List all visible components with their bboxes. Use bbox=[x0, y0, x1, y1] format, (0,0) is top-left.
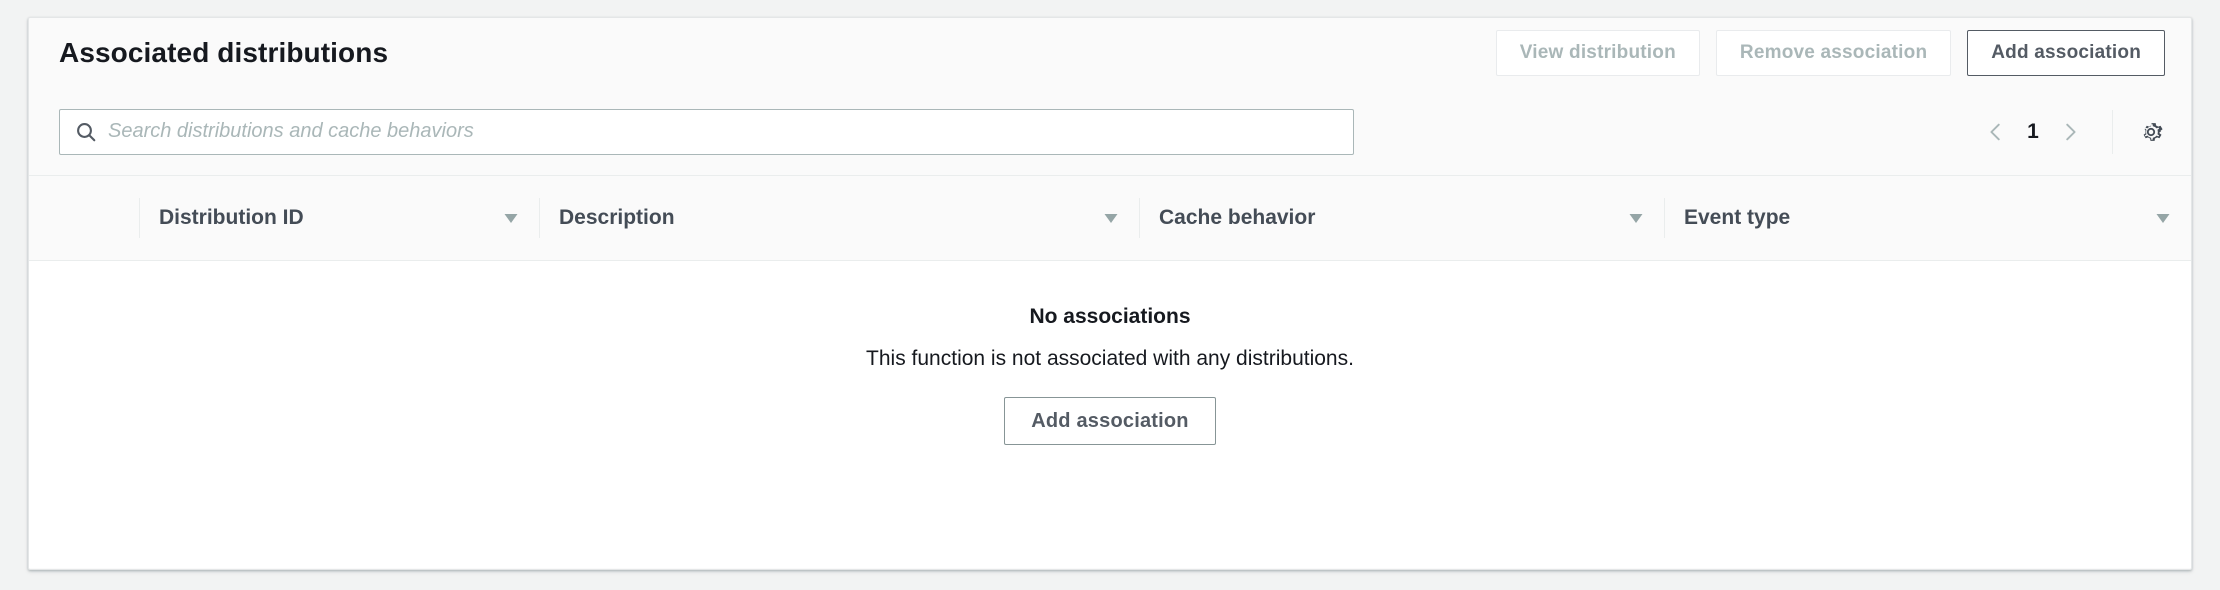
empty-state-description: This function is not associated with any… bbox=[866, 347, 1354, 370]
chevron-right-icon[interactable] bbox=[2050, 112, 2090, 152]
view-distribution-button[interactable]: View distribution bbox=[1495, 29, 1700, 76]
table-header-event-type[interactable]: Event type bbox=[1664, 176, 2191, 260]
toolbar-right: 1 bbox=[1976, 109, 2171, 155]
sort-descending-icon[interactable] bbox=[1626, 208, 1646, 228]
sort-descending-icon[interactable] bbox=[2153, 208, 2173, 228]
associated-distributions-panel: Associated distributions View distributi… bbox=[28, 17, 2192, 570]
sort-descending-icon[interactable] bbox=[1101, 208, 1121, 228]
table-header-row: Distribution ID Description Cache behavi… bbox=[29, 176, 2191, 261]
empty-state-add-association-button[interactable]: Add association bbox=[1004, 397, 1216, 445]
table-header-label: Description bbox=[559, 206, 675, 229]
gear-icon[interactable] bbox=[2131, 112, 2171, 152]
search-icon bbox=[74, 120, 98, 144]
search-input[interactable] bbox=[108, 109, 1353, 154]
table-header-cache-behavior[interactable]: Cache behavior bbox=[1139, 176, 1664, 260]
empty-state-title: No associations bbox=[1029, 305, 1191, 328]
table-header-distribution-id[interactable]: Distribution ID bbox=[139, 176, 539, 260]
add-association-button[interactable]: Add association bbox=[1967, 29, 2165, 76]
toolbar-divider bbox=[2112, 109, 2113, 154]
table-header-label: Event type bbox=[1684, 206, 1791, 229]
pagination: 1 bbox=[1976, 112, 2090, 152]
table-header-label: Cache behavior bbox=[1159, 206, 1316, 229]
chevron-left-icon[interactable] bbox=[1976, 112, 2016, 152]
header-actions: View distribution Remove association Add… bbox=[1495, 29, 2165, 76]
page-title: Associated distributions bbox=[59, 36, 389, 68]
table-toolbar: 1 bbox=[29, 87, 2191, 176]
sort-descending-icon[interactable] bbox=[501, 208, 521, 228]
table-body-empty-state: No associations This function is not ass… bbox=[29, 261, 2191, 568]
search-box[interactable] bbox=[59, 108, 1354, 155]
table-header-description[interactable]: Description bbox=[539, 176, 1139, 260]
remove-association-button[interactable]: Remove association bbox=[1715, 29, 1952, 76]
pagination-current-page[interactable]: 1 bbox=[2022, 120, 2044, 144]
table-header-label: Distribution ID bbox=[159, 206, 304, 229]
empty-state-action: Add association bbox=[1004, 397, 1216, 445]
table-header-select-column bbox=[29, 176, 139, 260]
panel-header: Associated distributions View distributi… bbox=[29, 18, 2191, 87]
